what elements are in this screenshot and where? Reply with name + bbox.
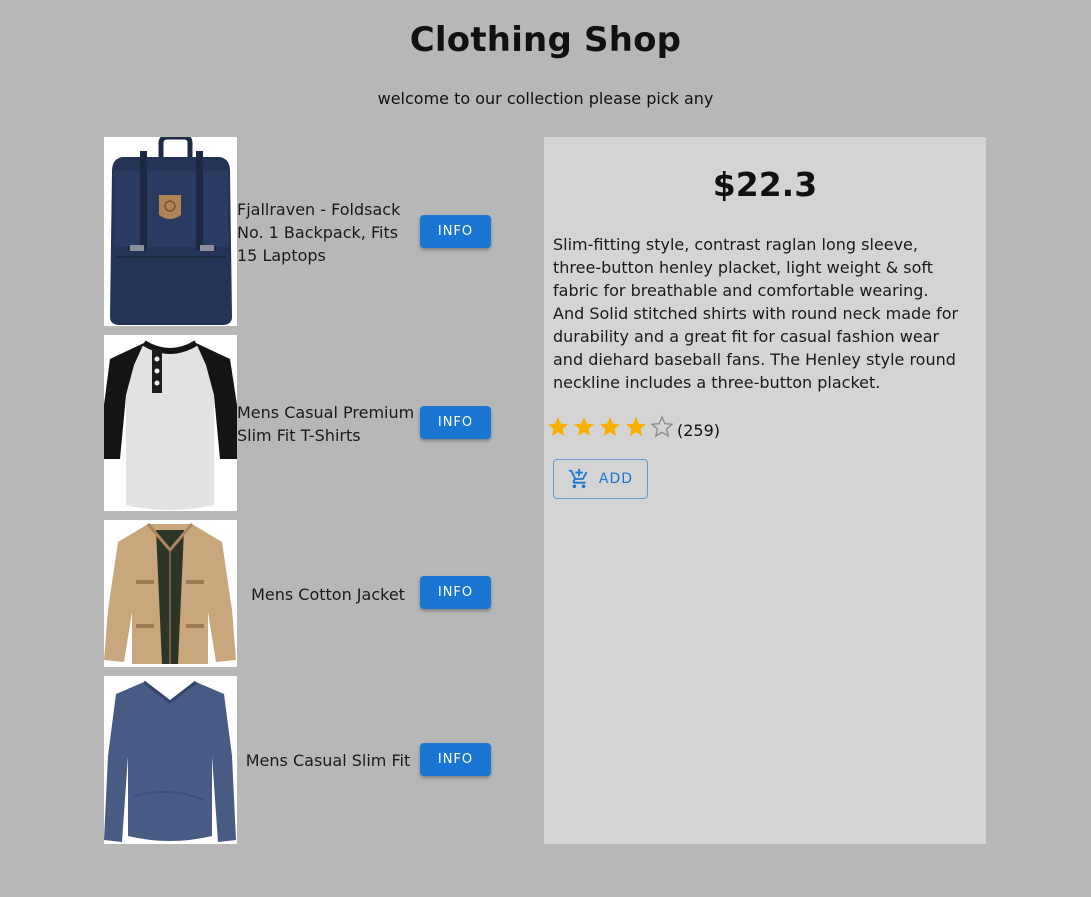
product-image-raglan-shirt[interactable] (104, 335, 237, 511)
star-empty-icon[interactable] (650, 414, 674, 439)
info-button[interactable]: INFO (420, 406, 491, 439)
star-filled-icon[interactable] (546, 415, 570, 439)
product-detail-panel: $22.3 Slim-fitting style, contrast ragla… (544, 137, 986, 844)
star-filled-icon[interactable] (598, 415, 622, 439)
page-title: Clothing Shop (409, 20, 682, 60)
add-button-label: ADD (598, 471, 634, 487)
add-shopping-cart-icon (568, 468, 588, 489)
product-name[interactable]: Mens Cotton Jacket (237, 583, 419, 606)
page-subtitle: welcome to our collection please pick an… (377, 89, 714, 108)
info-button[interactable]: INFO (420, 215, 491, 248)
product-name[interactable]: Mens Casual Slim Fit (237, 749, 419, 772)
info-button[interactable]: INFO (420, 743, 491, 776)
product-image-backpack[interactable] (104, 137, 237, 326)
product-item: Mens Casual Premium Slim Fit T-Shirts IN… (104, 335, 504, 511)
product-item: Fjallraven - Foldsack No. 1 Backpack, Fi… (104, 137, 504, 326)
star-filled-icon[interactable] (572, 415, 596, 439)
product-description: Slim-fitting style, contrast raglan long… (553, 235, 959, 392)
add-to-cart-button[interactable]: ADD (553, 459, 648, 499)
product-price: $22.3 (712, 165, 818, 204)
product-rating[interactable]: (259) (546, 413, 720, 440)
product-name[interactable]: Fjallraven - Foldsack No. 1 Backpack, Fi… (237, 198, 419, 267)
rating-count: (259) (677, 421, 721, 440)
product-item: Mens Casual Slim Fit INFO (104, 676, 504, 844)
info-button[interactable]: INFO (420, 576, 491, 609)
product-item: Mens Cotton Jacket INFO (104, 520, 504, 667)
product-name[interactable]: Mens Casual Premium Slim Fit T-Shirts (237, 401, 419, 447)
product-image-cotton-jacket[interactable] (104, 520, 237, 667)
product-image-long-sleeve-shirt[interactable] (104, 676, 237, 844)
star-filled-icon[interactable] (624, 415, 648, 439)
